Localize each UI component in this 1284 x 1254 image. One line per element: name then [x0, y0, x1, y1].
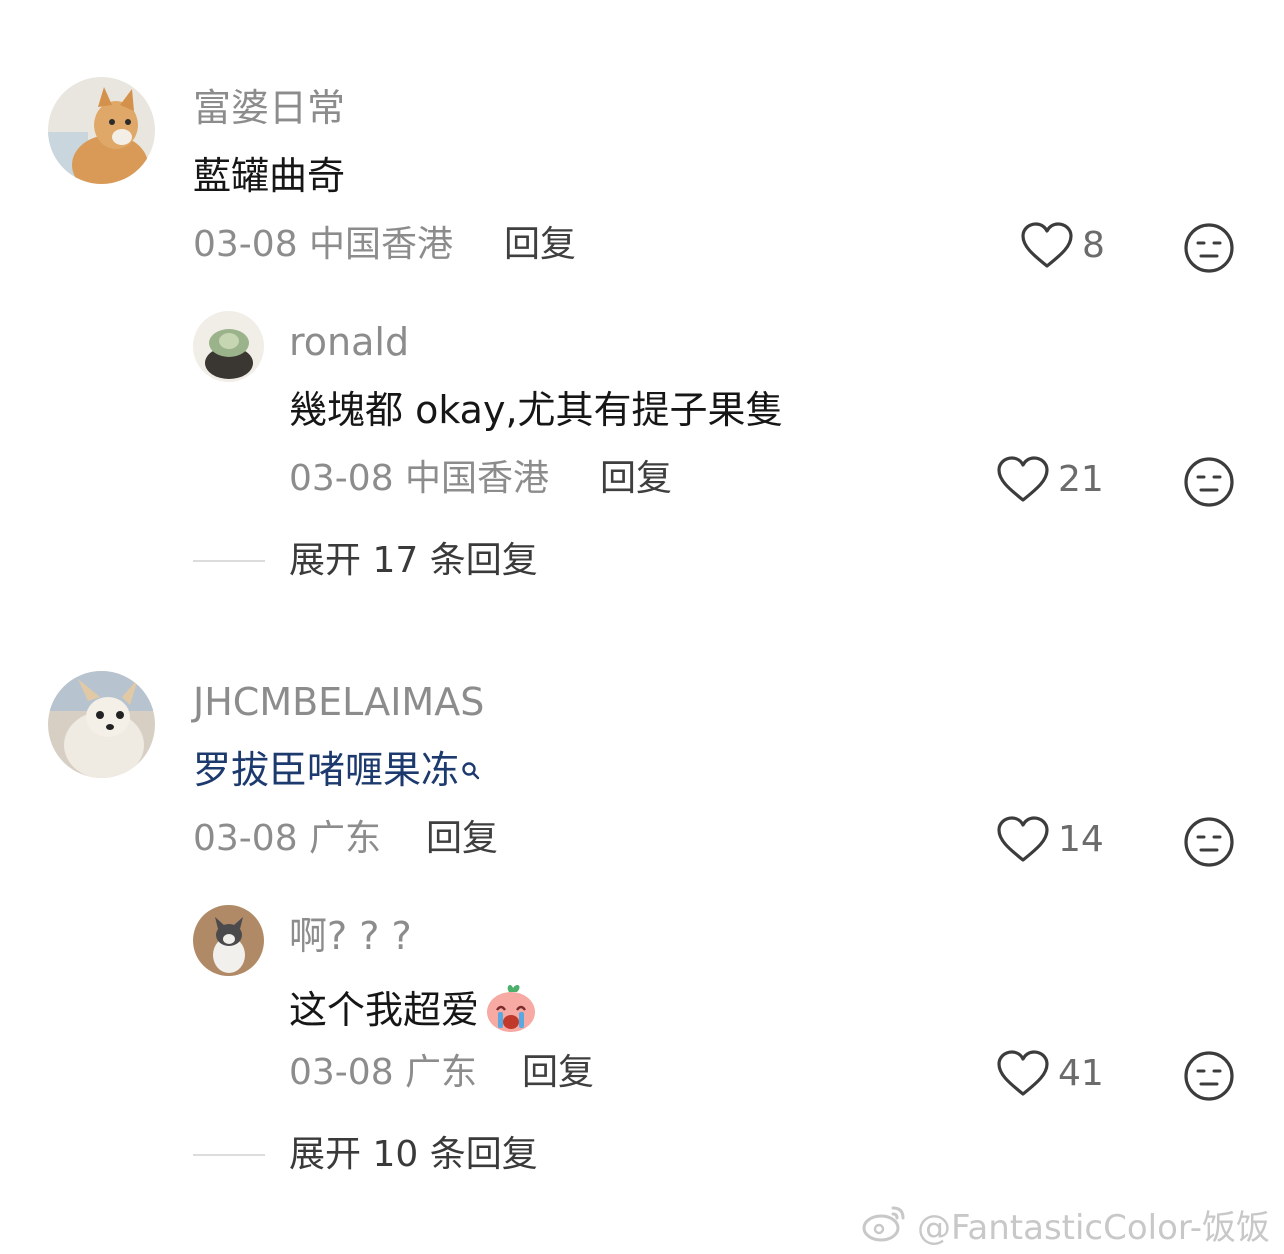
- like-button[interactable]: 14: [996, 816, 1104, 864]
- comment-text-link[interactable]: 罗拔臣啫喱果冻: [193, 746, 481, 796]
- expand-replies-button[interactable]: 展开 17 条回复: [193, 538, 538, 584]
- reply-text: 幾塊都 okay,尤其有提子果隻: [289, 388, 784, 432]
- reply-date-location: 03-08 广东: [289, 1052, 478, 1093]
- like-button[interactable]: 41: [996, 1050, 1104, 1098]
- comment-date-location: 03-08 广东: [193, 818, 382, 859]
- divider-line: [193, 560, 265, 562]
- heart-outline-icon: [996, 816, 1050, 864]
- neutral-face-icon: [1183, 222, 1235, 274]
- comment-username[interactable]: JHCMBELAIMAS: [193, 678, 484, 726]
- watermark: @FantasticColor-饭饭: [861, 1202, 1270, 1253]
- expand-replies-button[interactable]: 展开 10 条回复: [193, 1132, 538, 1178]
- comment-text: 罗拔臣啫喱果冻: [193, 748, 460, 792]
- reply-button[interactable]: 回复: [522, 1050, 594, 1096]
- reply-username[interactable]: 啊? ? ?: [289, 912, 412, 960]
- heart-outline-icon: [996, 1050, 1050, 1098]
- avatar[interactable]: [48, 671, 155, 778]
- crying-emoji-icon: [483, 980, 539, 1045]
- reply-username[interactable]: ronald: [289, 318, 409, 366]
- reply-button[interactable]: 回复: [600, 456, 672, 502]
- avatar[interactable]: [193, 311, 264, 382]
- comment-text: 藍罐曲奇: [193, 154, 346, 198]
- like-button[interactable]: 8: [1020, 222, 1105, 270]
- react-button[interactable]: [1183, 456, 1235, 508]
- reply-text: 这个我超爱: [289, 988, 480, 1032]
- avatar[interactable]: [193, 905, 264, 976]
- expand-replies-label: 展开 17 条回复: [289, 540, 538, 581]
- weibo-logo-icon: [861, 1202, 909, 1253]
- comment-date-location: 03-08 中国香港: [193, 224, 454, 265]
- neutral-face-icon: [1183, 1050, 1235, 1102]
- heart-outline-icon: [996, 456, 1050, 504]
- react-button[interactable]: [1183, 1050, 1235, 1102]
- watermark-text: @FantasticColor-饭饭: [916, 1207, 1270, 1248]
- like-count: 8: [1082, 225, 1105, 266]
- expand-replies-label: 展开 10 条回复: [289, 1134, 538, 1175]
- reply-text-row: 这个我超爱: [289, 980, 539, 1045]
- comment-username[interactable]: 富婆日常: [193, 84, 345, 132]
- reply-button[interactable]: 回复: [426, 816, 498, 862]
- neutral-face-icon: [1183, 456, 1235, 508]
- like-count: 41: [1058, 1053, 1104, 1094]
- like-button[interactable]: 21: [996, 456, 1104, 504]
- heart-outline-icon: [1020, 222, 1074, 270]
- search-icon: [461, 748, 481, 796]
- neutral-face-icon: [1183, 816, 1235, 868]
- reply-date-location: 03-08 中国香港: [289, 458, 550, 499]
- react-button[interactable]: [1183, 222, 1235, 274]
- divider-line: [193, 1154, 265, 1156]
- react-button[interactable]: [1183, 816, 1235, 868]
- reply-button[interactable]: 回复: [504, 222, 576, 268]
- avatar[interactable]: [48, 77, 155, 184]
- like-count: 14: [1058, 819, 1104, 860]
- like-count: 21: [1058, 459, 1104, 500]
